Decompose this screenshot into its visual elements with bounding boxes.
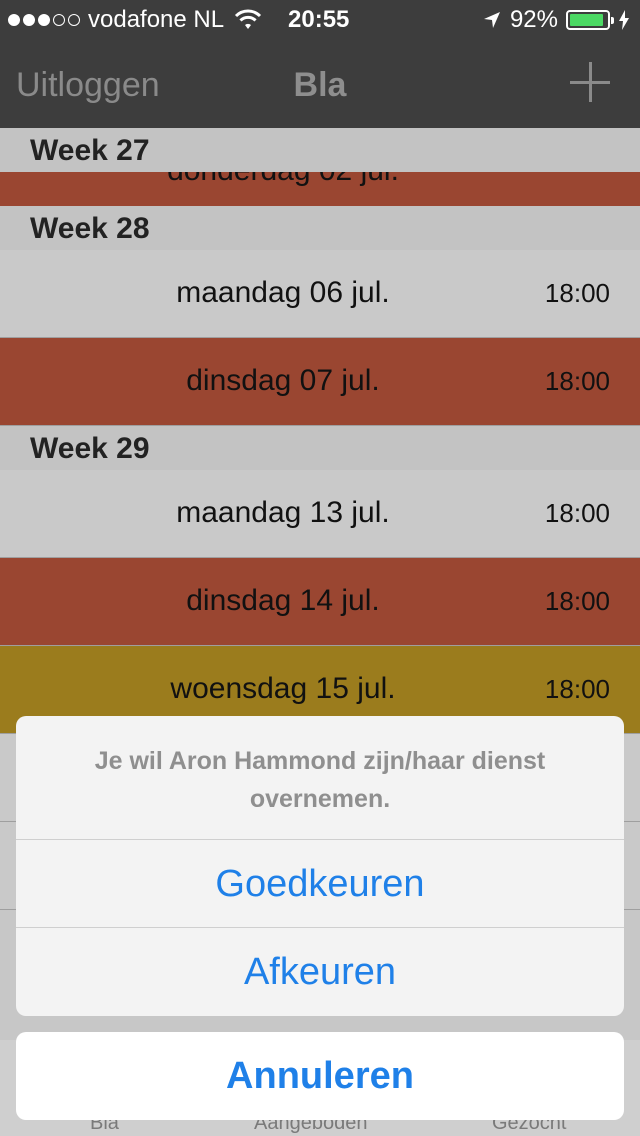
status-bar: vodafone NL 20:55 92%	[0, 0, 640, 40]
row-time: 18:00	[544, 278, 610, 308]
row-time: 18:00	[544, 498, 610, 528]
row-time: 18:00	[544, 674, 610, 704]
page-title: Bla	[293, 66, 347, 104]
cancel-button[interactable]: Annuleren	[16, 1032, 624, 1120]
list-row[interactable]: maandag 13 jul. 18:00	[0, 470, 640, 558]
row-time: 18:00	[544, 586, 610, 616]
list-row[interactable]: dinsdag 14 jul. 18:00	[0, 558, 640, 646]
list-row[interactable]: maandag 06 jul. 18:00	[0, 250, 640, 338]
signal-strength-icon	[8, 14, 80, 26]
action-sheet: Je wil Aron Hammond zijn/haar dienst ove…	[16, 716, 624, 1016]
section-header-week-28: Week 28	[0, 206, 640, 250]
carrier-name: vodafone NL	[88, 6, 225, 33]
section-header-week-27: Week 27	[0, 128, 640, 172]
row-date: dinsdag 14 jul.	[186, 584, 380, 617]
signal-dot	[68, 14, 80, 26]
location-arrow-icon	[483, 12, 500, 28]
status-right: 92%	[482, 6, 630, 34]
row-date: donderdag 02 jul.	[0, 172, 566, 188]
row-date: woensdag 15 jul.	[170, 672, 396, 705]
row-date: maandag 06 jul.	[176, 276, 390, 309]
battery-fill	[570, 14, 604, 26]
wifi-icon	[235, 9, 262, 29]
action-sheet-message: Je wil Aron Hammond zijn/haar dienst ove…	[16, 716, 624, 840]
reject-button[interactable]: Afkeuren	[16, 928, 624, 1016]
navigation-bar: Uitloggen Bla	[0, 40, 640, 128]
section-header-week-29: Week 29	[0, 426, 640, 470]
approve-button[interactable]: Goedkeuren	[16, 840, 624, 928]
status-left: vodafone NL	[8, 6, 262, 34]
row-time: 18:00	[544, 366, 610, 396]
battery-icon	[566, 10, 614, 30]
list-row[interactable]: dinsdag 07 jul. 18:00	[0, 338, 640, 426]
battery-percent: 92%	[509, 6, 558, 33]
signal-dot	[8, 14, 20, 26]
add-icon[interactable]	[570, 62, 610, 102]
row-date: maandag 13 jul.	[176, 496, 390, 529]
charging-bolt-icon	[619, 10, 629, 30]
signal-dot	[53, 14, 65, 26]
signal-dot	[23, 14, 35, 26]
clock: 20:55	[288, 6, 350, 33]
list-row[interactable]: donderdag 02 jul.	[0, 172, 640, 206]
row-date: dinsdag 07 jul.	[186, 364, 380, 397]
signal-dot	[38, 14, 50, 26]
